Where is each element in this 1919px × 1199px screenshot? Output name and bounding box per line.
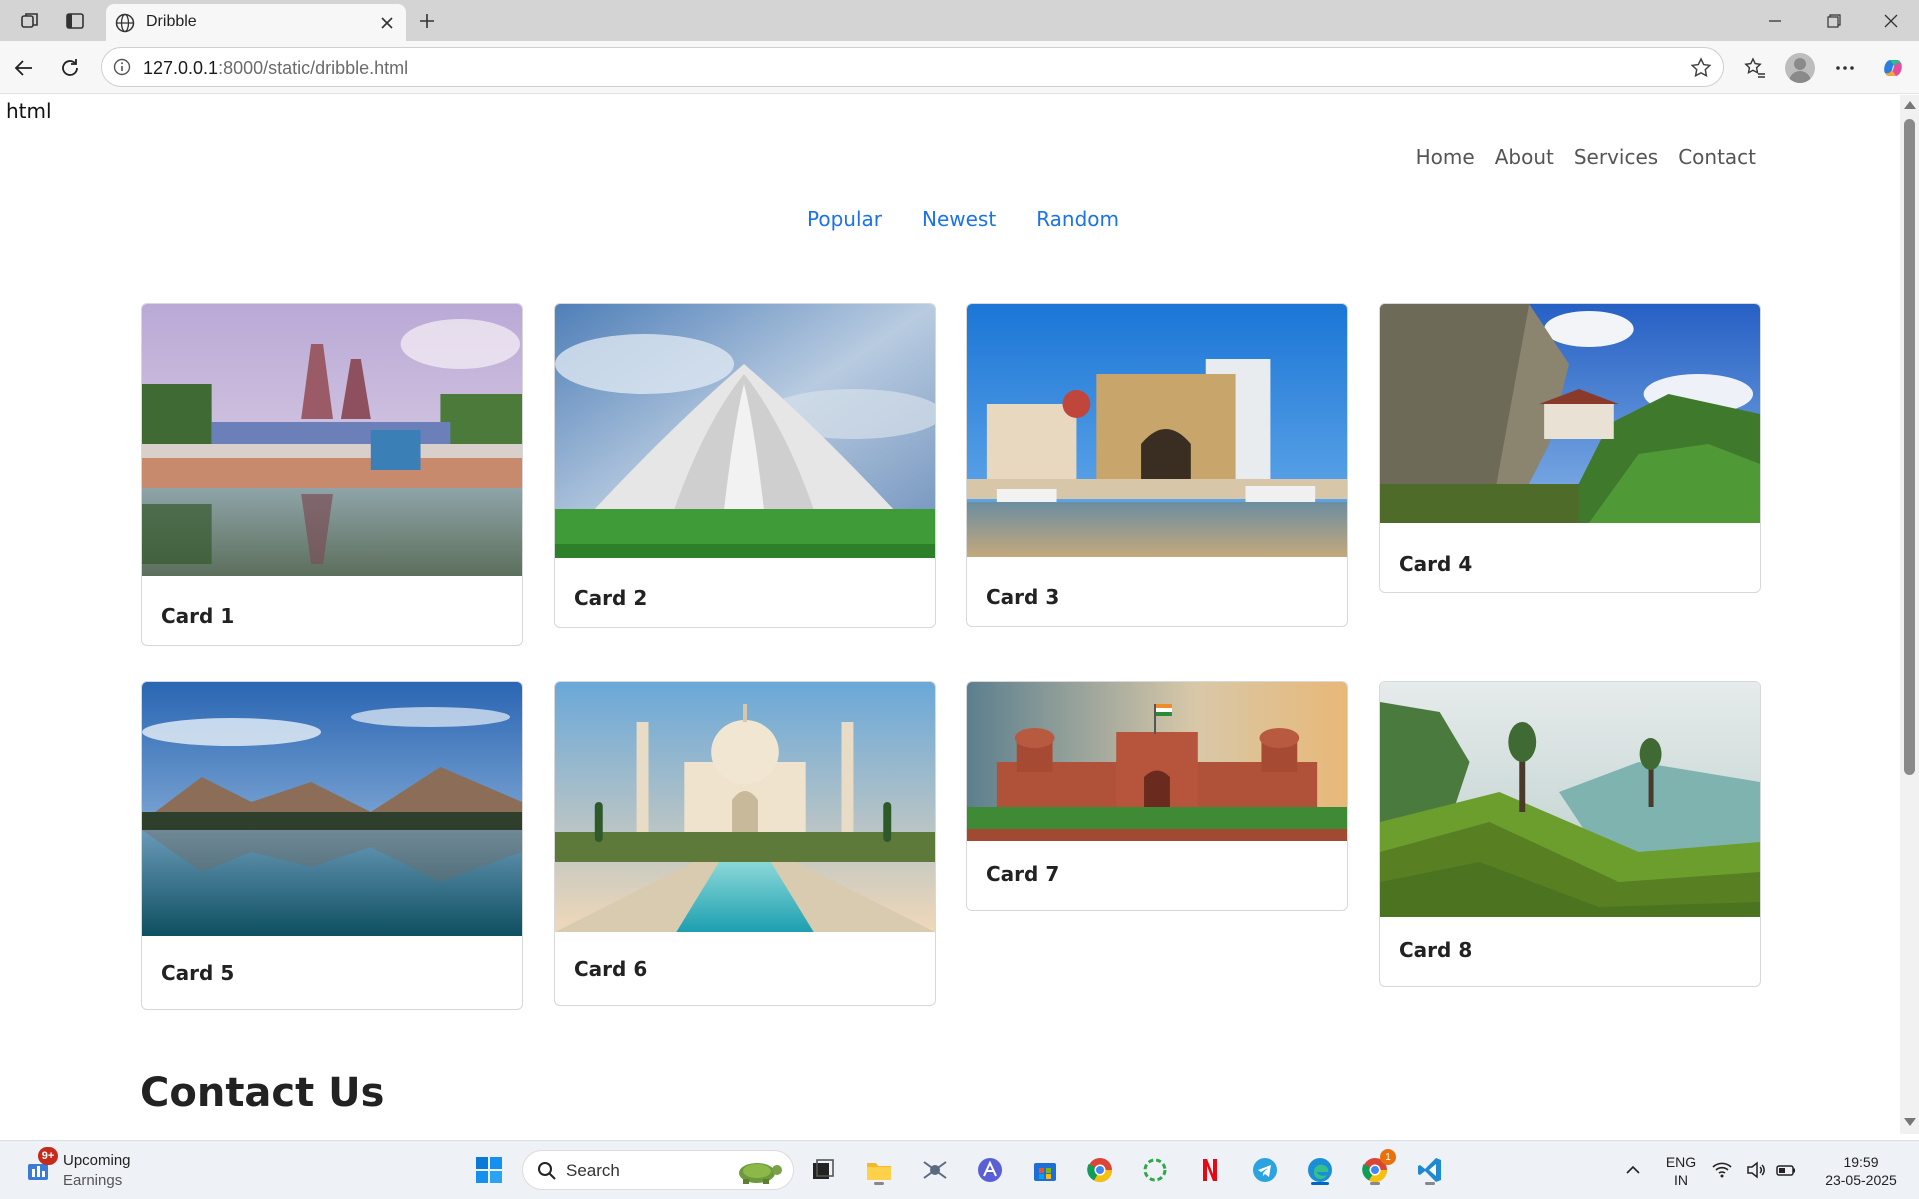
tab-actions-icon[interactable] — [62, 8, 88, 34]
close-tab-icon[interactable] — [376, 12, 398, 34]
filter-links: Popular Newest Random — [807, 207, 1119, 231]
browser-tab-bar: Dribble — [0, 0, 1919, 41]
card-image-mountain-lake — [142, 682, 522, 936]
new-tab-button[interactable] — [414, 8, 440, 34]
widget-text[interactable]: Upcoming Earnings — [63, 1151, 131, 1191]
filter-newest[interactable]: Newest — [922, 207, 996, 231]
vector-app-icon[interactable] — [973, 1153, 1007, 1187]
wifi-icon[interactable] — [1710, 1153, 1734, 1187]
close-window-button[interactable] — [1869, 6, 1913, 36]
windows-start-icon[interactable] — [472, 1153, 506, 1187]
card-title: Card 4 — [1399, 552, 1473, 576]
browser-toolbar: 127.0.0.1:8000/static/dribble.html — [0, 41, 1919, 94]
card-image-lotus-temple — [555, 304, 935, 558]
globe-icon — [115, 13, 135, 33]
filter-random[interactable]: Random — [1036, 207, 1119, 231]
favorite-star-icon[interactable] — [1689, 56, 1713, 80]
sync-app-icon[interactable] — [1138, 1153, 1172, 1187]
tab-title: Dribble — [146, 13, 197, 30]
task-view-icon[interactable] — [806, 1153, 840, 1187]
nav-about[interactable]: About — [1495, 145, 1554, 169]
edge-icon[interactable] — [1303, 1153, 1337, 1187]
card-7[interactable]: Card 7 — [966, 681, 1348, 911]
card-4[interactable]: Card 4 — [1379, 303, 1761, 593]
page-scrollbar[interactable] — [1900, 95, 1919, 1134]
card-3[interactable]: Card 3 — [966, 303, 1348, 627]
netflix-icon[interactable] — [1193, 1153, 1227, 1187]
vscode-icon[interactable] — [1413, 1153, 1447, 1187]
battery-icon[interactable] — [1774, 1153, 1798, 1187]
raw-html-text: html — [6, 99, 52, 123]
back-button[interactable] — [7, 51, 41, 85]
card-2[interactable]: Card 2 — [554, 303, 936, 628]
card-title: Card 2 — [574, 586, 648, 610]
card-title: Card 8 — [1399, 938, 1473, 962]
card-image-cliff-monastery — [1380, 304, 1760, 523]
card-image-taj-mahal — [555, 682, 935, 932]
site-info-icon[interactable] — [112, 57, 132, 77]
scroll-down-arrow-icon[interactable] — [1904, 1118, 1916, 1126]
card-title: Card 5 — [161, 961, 235, 985]
tab-dribble[interactable]: Dribble — [106, 4, 406, 41]
refresh-button[interactable] — [53, 51, 87, 85]
restore-button[interactable] — [1812, 6, 1856, 36]
volume-icon[interactable] — [1744, 1153, 1768, 1187]
card-8[interactable]: Card 8 — [1379, 681, 1761, 987]
scroll-up-arrow-icon[interactable] — [1904, 101, 1916, 109]
card-1[interactable]: Card 1 — [141, 303, 523, 646]
telegram-icon[interactable] — [1248, 1153, 1282, 1187]
chrome-notification-badge: 1 — [1380, 1149, 1396, 1165]
language-indicator[interactable]: ENG IN — [1662, 1153, 1700, 1189]
address-bar[interactable]: 127.0.0.1:8000/static/dribble.html — [101, 47, 1724, 87]
clock[interactable]: 19:59 23-05-2025 — [1814, 1153, 1908, 1189]
card-5[interactable]: Card 5 — [141, 681, 523, 1010]
card-image-temple-tank — [142, 304, 522, 576]
url-text[interactable]: 127.0.0.1:8000/static/dribble.html — [143, 58, 408, 79]
workspaces-icon[interactable] — [17, 8, 43, 34]
filter-popular[interactable]: Popular — [807, 207, 882, 231]
turtle-search-highlight-icon — [739, 1163, 782, 1184]
chevron-up-icon[interactable] — [1616, 1153, 1650, 1187]
search-icon — [538, 1162, 556, 1180]
contact-heading: Contact Us — [140, 1070, 385, 1116]
windows-taskbar: 9+ Upcoming Earnings Search 1 ENG IN 19:… — [0, 1140, 1919, 1199]
page-viewport: html Home About Services Contact Popular… — [0, 95, 1900, 1134]
favorites-icon[interactable] — [1738, 51, 1772, 85]
chrome-icon[interactable] — [1083, 1153, 1117, 1187]
nav-home[interactable]: Home — [1416, 145, 1475, 169]
nav-services[interactable]: Services — [1574, 145, 1658, 169]
more-options-icon[interactable] — [1828, 51, 1862, 85]
scroll-thumb[interactable] — [1904, 119, 1915, 775]
copilot-icon[interactable] — [1876, 51, 1910, 85]
card-title: Card 6 — [574, 957, 648, 981]
card-6[interactable]: Card 6 — [554, 681, 936, 1006]
taskbar-search[interactable]: Search — [522, 1150, 794, 1190]
card-title: Card 3 — [986, 585, 1060, 609]
minimize-button[interactable] — [1753, 6, 1797, 36]
profile-avatar[interactable] — [1785, 53, 1815, 83]
card-image-red-fort — [967, 682, 1347, 841]
card-title: Card 1 — [161, 604, 235, 628]
widget-badge: 9+ — [38, 1147, 58, 1165]
chrome-profile-icon[interactable]: 1 — [1358, 1149, 1396, 1187]
card-title: Card 7 — [986, 862, 1060, 886]
file-explorer-icon[interactable] — [862, 1153, 896, 1187]
drone-app-icon[interactable] — [918, 1153, 952, 1187]
nav-contact[interactable]: Contact — [1678, 145, 1756, 169]
card-image-tea-plantation — [1380, 682, 1760, 917]
microsoft-store-icon[interactable] — [1028, 1153, 1062, 1187]
site-navigation: Home About Services Contact — [1416, 145, 1756, 169]
card-image-gateway-of-india — [967, 304, 1347, 557]
